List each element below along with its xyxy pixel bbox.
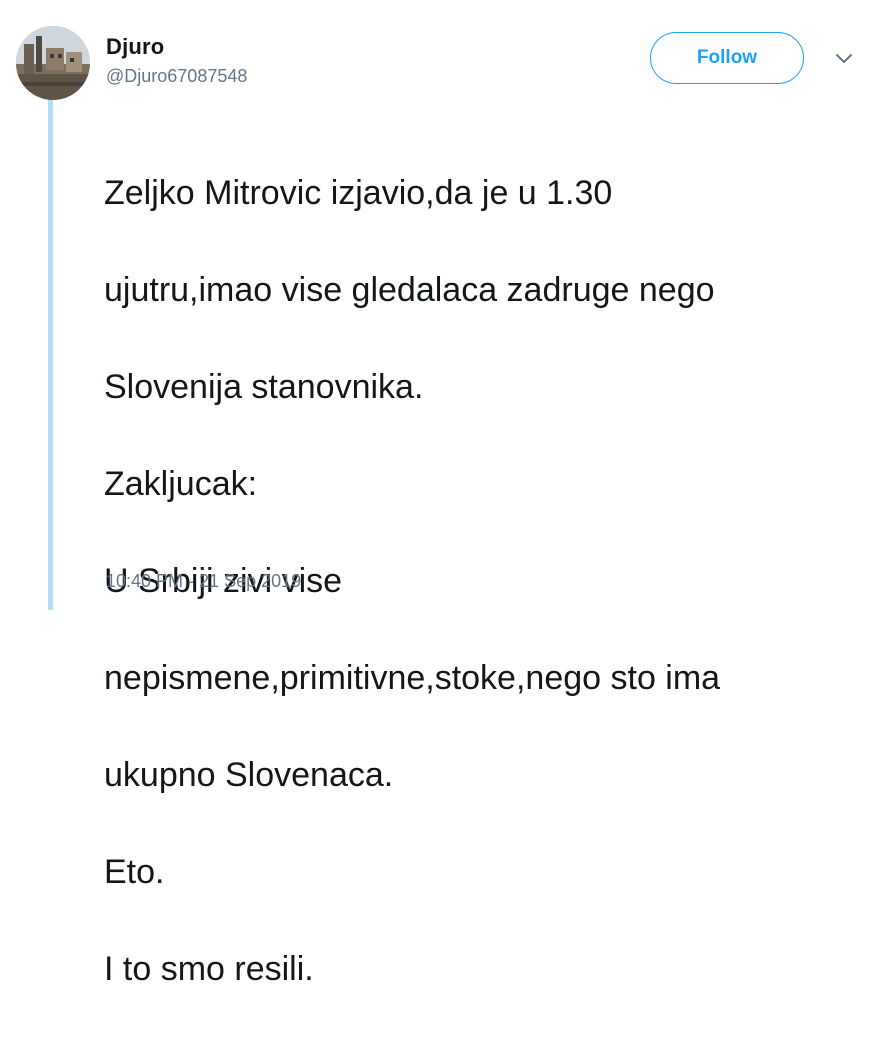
user-name[interactable]: Djuro [106,34,164,60]
follow-button[interactable]: Follow [650,32,804,84]
tweet-timestamp[interactable]: 10:40 PM - 21 Sep 2019 [106,571,301,592]
tweet-line: I to smo resili. [104,949,314,988]
thread-line [48,98,53,610]
tweet-line: ukupno Slovenaca. [104,755,394,794]
avatar[interactable] [16,26,90,100]
user-handle[interactable]: @Djuro67087548 [106,66,247,87]
avatar-photo [16,26,90,100]
tweet-line: ujutru,imao vise gledalaca zadruge nego [104,270,715,309]
tweet-line: Eto. [104,852,165,891]
tweet-line: Slovenija stanovnika. [104,367,424,406]
tweet-line: Zakljucak: [104,464,258,503]
chevron-down-icon[interactable] [834,52,854,66]
tweet-line: nepismene,primitivne,stoke,nego sto ima [104,658,721,697]
tweet-line: Zeljko Mitrovic izjavio,da je u 1.30 [104,173,613,212]
